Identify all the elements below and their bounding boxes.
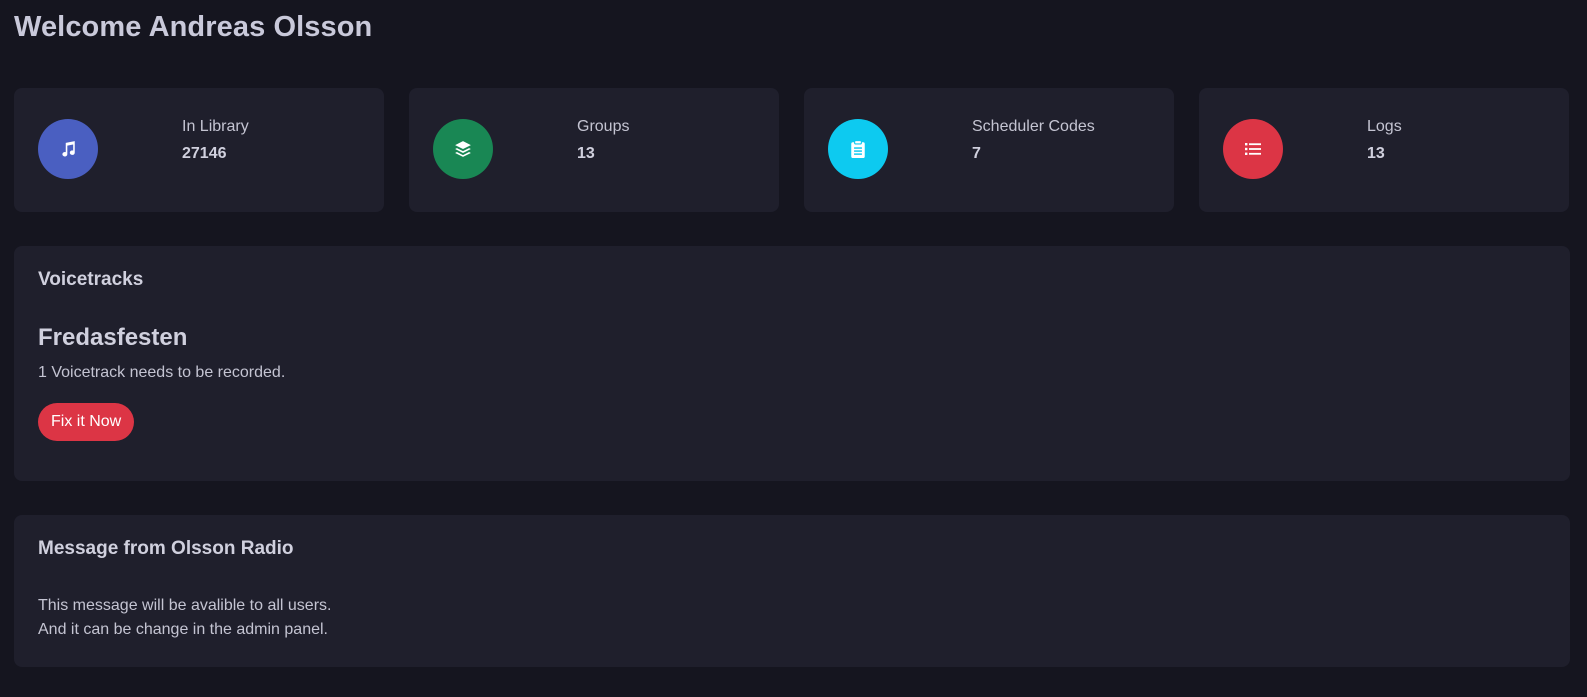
stat-label: Scheduler Codes <box>972 118 1095 135</box>
message-line: And it can be change in the admin panel. <box>38 621 328 638</box>
stat-label: Groups <box>577 118 630 135</box>
fix-it-now-button[interactable]: Fix it Now <box>38 403 135 441</box>
stat-card-scheduler-codes[interactable]: Scheduler Codes 7 <box>804 88 1174 212</box>
voicetrack-status: 1 Voicetrack needs to be recorded. <box>38 364 286 381</box>
page-title: Welcome Andreas Olsson <box>14 11 373 43</box>
stat-value: 27146 <box>182 145 227 162</box>
message-panel: Message from Olsson Radio This message w… <box>14 515 1570 667</box>
stat-card-logs[interactable]: Logs 13 <box>1199 88 1569 212</box>
stat-card-groups[interactable]: Groups 13 <box>409 88 779 212</box>
message-title: Message from Olsson Radio <box>38 538 294 559</box>
stat-value: 7 <box>972 145 981 162</box>
stat-label: Logs <box>1367 118 1402 135</box>
music-icon <box>38 119 98 179</box>
show-name: Fredasfesten <box>38 324 188 351</box>
voicetracks-panel: Voicetracks Fredasfesten 1 Voicetrack ne… <box>14 246 1570 481</box>
stat-card-library[interactable]: In Library 27146 <box>14 88 384 212</box>
stat-value: 13 <box>577 145 595 162</box>
layers-icon <box>433 119 493 179</box>
stat-label: In Library <box>182 118 249 135</box>
list-icon <box>1223 119 1283 179</box>
voicetracks-title: Voicetracks <box>38 269 144 290</box>
message-line: This message will be avalible to all use… <box>38 597 332 614</box>
stat-value: 13 <box>1367 145 1385 162</box>
clipboard-icon <box>828 119 888 179</box>
